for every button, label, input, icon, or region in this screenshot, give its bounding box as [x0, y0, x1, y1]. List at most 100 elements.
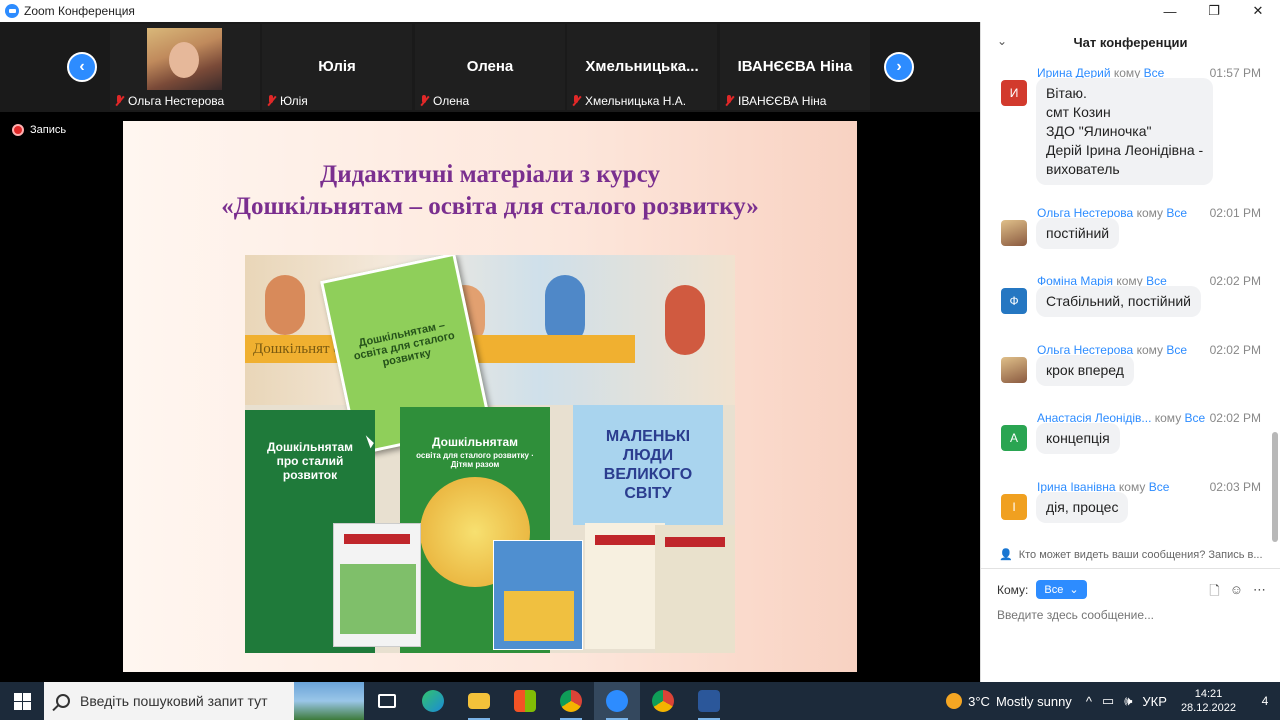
notifications-icon[interactable]: 4: [1250, 682, 1280, 720]
system-tray: 3°C Mostly sunny ^ ▭ 🕪 УКР 14:21 28.12.2…: [946, 682, 1280, 720]
participant-label: ІВАНЄЄВА Ніна: [724, 94, 826, 108]
book-title: Дошкільнятам про сталий розвиток: [266, 440, 354, 482]
chat-title: Чат конференции: [1073, 34, 1188, 50]
file-icon[interactable]: 🗋: [1209, 582, 1219, 604]
sender-avatar: І: [1001, 494, 1027, 520]
book-title: МАЛЕНЬКІ ЛЮДИ ВЕЛИКОГО СВІТУ: [603, 428, 693, 502]
mic-muted-icon: [419, 95, 429, 107]
shared-screen-slide: Дидактичні матеріали з курсу «Дошкільнят…: [123, 121, 857, 672]
participant-tile[interactable]: Олена Олена: [415, 24, 565, 110]
small-book-cover: [493, 540, 583, 650]
close-button[interactable]: ✕: [1236, 0, 1280, 22]
sender-avatar: Ф: [1001, 288, 1027, 314]
message-time: 02:02 PM: [1209, 411, 1261, 425]
recipient-dropdown[interactable]: Все ⌄: [1036, 580, 1087, 599]
book-collage-image: Дошкільнят сталого розвитку Дошкільнятам…: [245, 255, 735, 653]
chrome-profile-icon[interactable]: [548, 682, 594, 720]
notification-count: 4: [1261, 694, 1269, 708]
message-bubble: дія, процес: [1036, 492, 1129, 523]
chevron-up-icon[interactable]: ^: [1086, 694, 1092, 709]
gallery-next-button[interactable]: ›: [884, 52, 914, 82]
participant-tile[interactable]: Ольга Нестерова: [110, 24, 260, 110]
book-title: Дошкільнятам – освіта для сталого розвит…: [352, 319, 456, 369]
search-icon: [56, 694, 70, 708]
illustration-strip: [245, 255, 735, 405]
window-titlebar: Zoom Конференция — ❐ ✕: [0, 0, 1280, 22]
chat-scrollbar[interactable]: [1272, 62, 1278, 542]
emoji-icon[interactable]: ☺: [1230, 582, 1243, 604]
recording-indicator[interactable]: Запись: [12, 124, 66, 136]
sender-avatar-photo: [1001, 357, 1027, 383]
mic-muted-icon: [266, 95, 276, 107]
message-bubble: постійний: [1036, 218, 1120, 249]
more-icon[interactable]: ⋯: [1253, 582, 1266, 604]
chat-header: ⌄ Чат конференции: [981, 22, 1280, 62]
word-icon[interactable]: [686, 682, 732, 720]
chat-divider: [981, 568, 1280, 569]
message-input[interactable]: [997, 608, 1267, 622]
minimize-button[interactable]: —: [1148, 0, 1192, 22]
language-indicator[interactable]: УКР: [1142, 694, 1167, 709]
participant-name: ІВАНЄЄВА Ніна: [737, 58, 853, 75]
scrollbar-thumb[interactable]: [1272, 432, 1278, 542]
participant-label: Ольга Нестерова: [114, 94, 224, 108]
file-explorer-icon[interactable]: [456, 682, 502, 720]
small-book-cover: [655, 525, 735, 653]
weather-sun-icon: [946, 693, 963, 709]
users-icon: 👤: [999, 549, 1013, 561]
task-view-icon[interactable]: [364, 682, 410, 720]
chrome-icon[interactable]: [640, 682, 686, 720]
participant-name: Юлія: [318, 58, 356, 75]
search-highlight-image: [294, 682, 364, 720]
message-bubble: концепція: [1036, 423, 1120, 454]
message-recipient: Все: [1166, 206, 1188, 220]
message-time: 02:01 PM: [1209, 206, 1261, 220]
book-title: Дошкільнятам: [431, 435, 519, 449]
message-time: 02:02 PM: [1209, 274, 1261, 288]
small-book-cover: [333, 523, 421, 647]
volume-icon[interactable]: 🕪: [1124, 693, 1132, 709]
window-title: Zoom Конференция: [24, 4, 135, 18]
restore-button[interactable]: ❐: [1192, 0, 1236, 22]
participant-photo: [147, 28, 222, 90]
weather-widget[interactable]: 3°C Mostly sunny: [946, 693, 1072, 709]
mic-muted-icon: [571, 95, 581, 107]
edge-icon[interactable]: [410, 682, 456, 720]
weather-temp: 3°C: [968, 693, 990, 709]
participant-tile[interactable]: Юлія Юлія: [262, 24, 412, 110]
book-subtitle: освіта для сталого розвитку · Дітям разо…: [416, 451, 534, 469]
start-button[interactable]: [0, 682, 44, 720]
participant-gallery: ‹ Ольга Нестерова Юлія Юлія Олена Олена …: [0, 22, 980, 112]
record-icon: [12, 124, 24, 136]
gallery-prev-button[interactable]: ‹: [67, 52, 97, 82]
message-time: 02:03 PM: [1209, 480, 1261, 494]
window-controls: — ❐ ✕: [1148, 0, 1280, 22]
zoom-logo-icon: [5, 4, 19, 18]
sender-avatar: А: [1001, 425, 1027, 451]
mic-muted-icon: [114, 95, 124, 107]
participant-label: Хмельницька Н.А.: [571, 94, 686, 108]
child-figure: [665, 285, 705, 355]
child-figure: [265, 275, 305, 335]
recording-label: Запись: [30, 124, 67, 136]
participant-tile[interactable]: ІВАНЄЄВА Ніна ІВАНЄЄВА Ніна: [720, 24, 870, 110]
message-time: 01:57 PM: [1209, 66, 1261, 80]
store-icon[interactable]: [502, 682, 548, 720]
recipient-row: Кому: Все ⌄: [997, 580, 1087, 599]
chat-panel: ⌄ Чат конференции Ирина Дерий кому Все 0…: [980, 22, 1280, 682]
network-icon[interactable]: ▭: [1102, 693, 1114, 709]
zoom-icon[interactable]: [594, 682, 640, 720]
chevron-down-icon[interactable]: ⌄: [997, 34, 1007, 48]
participant-label: Олена: [419, 94, 469, 108]
windows-taskbar: Введіть пошуковий запит тут 3°C Mostly s…: [0, 682, 1280, 720]
book-cover-blue: МАЛЕНЬКІ ЛЮДИ ВЕЛИКОГО СВІТУ: [573, 405, 723, 525]
clock[interactable]: 14:21 28.12.2022: [1181, 687, 1236, 715]
message-bubble: крок вперед: [1036, 355, 1134, 386]
taskbar-search[interactable]: Введіть пошуковий запит тут: [44, 682, 364, 720]
participant-tile[interactable]: Хмельницька... Хмельницька Н.А.: [567, 24, 717, 110]
message-recipient: Все: [1148, 480, 1170, 494]
to-label: Кому:: [997, 582, 1029, 597]
message-recipient: Все: [1184, 411, 1206, 425]
who-can-see-link[interactable]: 👤 Кто может видеть ваши сообщения? Запис…: [999, 548, 1263, 562]
chat-tools: 🗋 ☺ ⋯: [1209, 582, 1266, 604]
